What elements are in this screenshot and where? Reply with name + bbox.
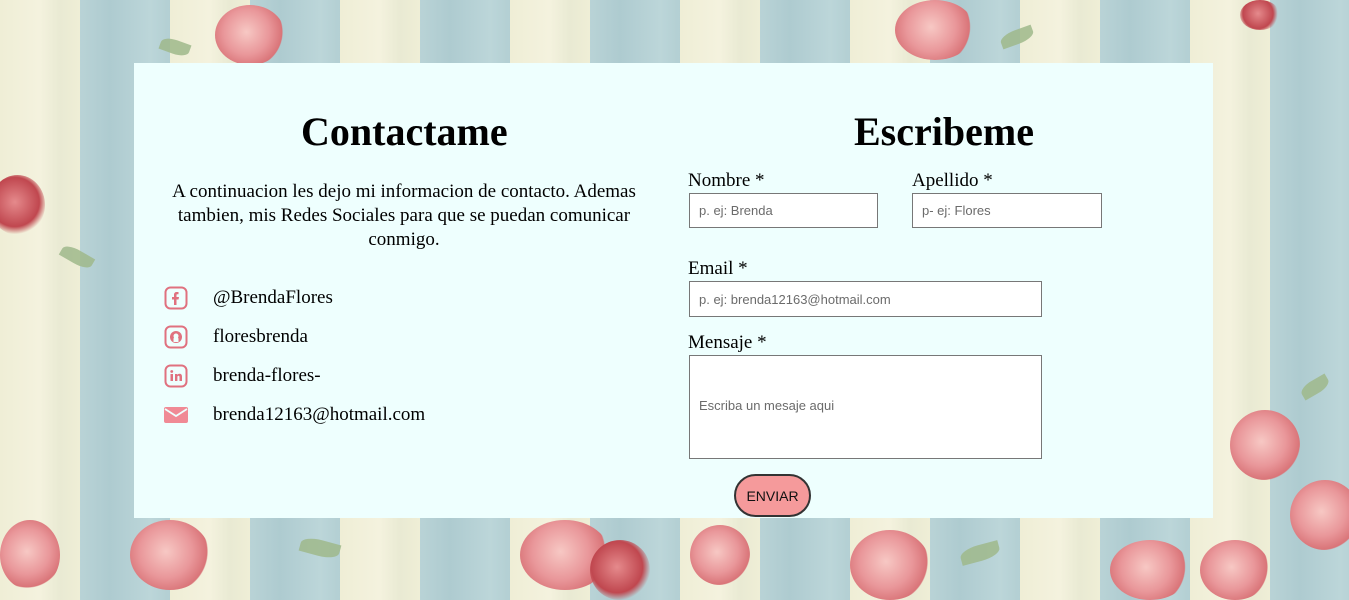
contact-card: Contactame A continuacion les dejo mi in… xyxy=(134,63,1213,518)
contact-item-github[interactable]: floresbrenda xyxy=(164,322,308,352)
mensaje-textarea[interactable] xyxy=(689,355,1042,459)
contact-item-linkedin[interactable]: brenda-flores- xyxy=(164,361,321,391)
email-input[interactable] xyxy=(689,281,1042,317)
linkedin-icon xyxy=(164,364,188,388)
apellido-label: Apellido * xyxy=(912,170,993,191)
github-icon xyxy=(164,325,188,349)
email-label: Email * xyxy=(688,258,748,279)
mail-icon xyxy=(164,403,188,427)
facebook-handle: @BrendaFlores xyxy=(213,287,333,308)
enviar-button[interactable]: ENVIAR xyxy=(734,474,811,517)
contact-intro: A continuacion les dejo mi informacion d… xyxy=(172,181,636,250)
contact-item-facebook[interactable]: @BrendaFlores xyxy=(164,283,333,313)
email-address: brenda12163@hotmail.com xyxy=(213,404,426,425)
contact-item-email[interactable]: brenda12163@hotmail.com xyxy=(164,400,425,430)
facebook-icon xyxy=(164,286,188,310)
nombre-label: Nombre * xyxy=(688,170,765,191)
apellido-input[interactable] xyxy=(912,193,1102,228)
contact-title: Contactame xyxy=(301,109,508,154)
nombre-input[interactable] xyxy=(689,193,878,228)
linkedin-username: brenda-flores- xyxy=(213,365,321,386)
form-title: Escribeme xyxy=(854,109,1034,154)
github-username: floresbrenda xyxy=(213,326,308,347)
mensaje-label: Mensaje * xyxy=(688,332,767,353)
